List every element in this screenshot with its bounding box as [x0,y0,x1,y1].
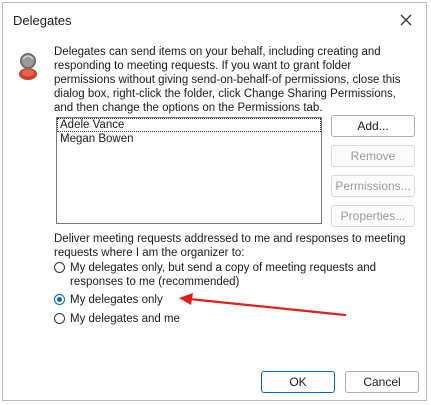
delegate-name: Megan Bowen [60,133,134,145]
ok-button[interactable]: OK [261,371,335,393]
annotation-arrow-icon [179,293,347,317]
intro-text: Delegates can send items on your behalf,… [54,46,401,114]
cancel-button[interactable]: Cancel [345,371,419,393]
delegates-dialog: Delegates Delegates can send items on yo… [2,2,427,401]
permissions-button[interactable]: Permissions... [331,175,415,197]
radio-label: My delegates only, but send a copy of me… [70,262,377,288]
radio-delegates-copy-to-me[interactable]: My delegates only, but send a copy of me… [54,261,400,289]
delegates-listbox[interactable]: Adele Vance Megan Bowen [56,117,322,224]
deliver-label: Deliver meeting requests addressed to me… [54,233,406,259]
add-button[interactable]: Add... [331,115,415,137]
radio-button[interactable] [54,313,65,324]
radio-button[interactable] [54,262,65,273]
radio-button-selected[interactable] [54,294,65,305]
remove-button[interactable]: Remove [331,145,415,167]
dialog-title: Delegates [13,13,72,28]
title-bar: Delegates [3,3,426,41]
close-icon[interactable] [398,12,414,28]
list-item[interactable]: Adele Vance [57,118,321,132]
delegate-name: Adele Vance [60,119,125,131]
list-item[interactable]: Megan Bowen [57,132,321,146]
properties-button[interactable]: Properties... [331,205,415,227]
delegate-user-icon [19,53,37,80]
